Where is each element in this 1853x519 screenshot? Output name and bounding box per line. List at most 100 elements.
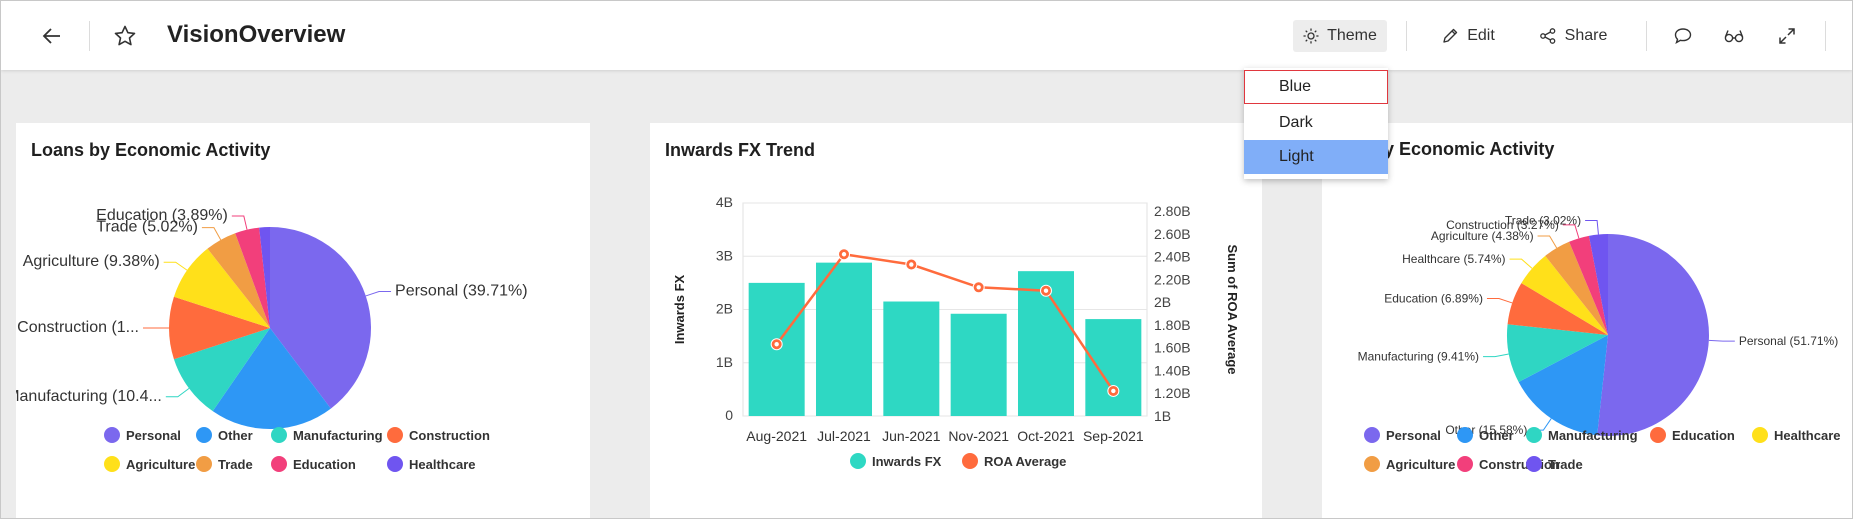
- legend-item-healthcare[interactable]: Healthcare: [1752, 427, 1840, 443]
- pie-label-manufacturing: Manufacturing (9.41%): [1358, 350, 1479, 364]
- fx-trend-card: Inwards FX Trend 0 1B 2B 3B 4B 1B 1.20B 1.40B 1.…: [650, 123, 1262, 518]
- legend-item-education[interactable]: Education: [1650, 427, 1735, 443]
- glasses-icon: [1724, 30, 1744, 43]
- legend-marker: [196, 427, 212, 443]
- pie-label-personal: Personal (39.71%): [395, 282, 528, 299]
- y2-axis-title: Sum of ROA Average: [1225, 244, 1240, 374]
- app-frame: VisionOverview Theme Edit Share Blue Dar…: [0, 0, 1853, 519]
- star-icon: [114, 25, 136, 46]
- present-mode-button[interactable]: [1719, 21, 1749, 51]
- legend-marker: [1364, 456, 1380, 472]
- y2-tick-label: 1.20B: [1154, 385, 1191, 401]
- legend-marker: [1650, 427, 1666, 443]
- roa-point-center: [976, 285, 981, 290]
- y-tick-label: 3B: [716, 247, 733, 263]
- header-divider: [1646, 21, 1647, 51]
- x-tick-label: Jun-2021: [882, 428, 941, 444]
- pie-label-construction: Construction (1...: [17, 319, 139, 336]
- pie-label-education: Education (3.89%): [96, 207, 228, 224]
- theme-option-light[interactable]: Light: [1244, 140, 1388, 174]
- legend-marker: [387, 456, 403, 472]
- bar-jun-2021: [883, 301, 940, 416]
- favorite-button[interactable]: [110, 21, 140, 51]
- legend-item-agriculture[interactable]: Agriculture: [1364, 456, 1455, 472]
- dashboard-title: VisionOverview: [167, 21, 346, 48]
- theme-option-blue[interactable]: Blue: [1244, 70, 1388, 104]
- pie-leader-healthcare: [1509, 258, 1533, 269]
- bar-jul-2021: [816, 262, 872, 416]
- pie-label-personal: Personal (51.71%): [1739, 334, 1838, 348]
- loans-card: Loans by Economic Activity Personal (39.…: [16, 123, 590, 518]
- theme-option-dark[interactable]: Dark: [1244, 106, 1388, 140]
- activity-legend: Personal Other Manufacturing Education Healt…: [1364, 427, 1852, 487]
- fx-combo-chart: 0 1B 2B 3B 4B 1B 1.20B 1.40B 1.60B 1.80B 2B 2.20B 2.…: [672, 194, 1240, 444]
- pie-label-education: Education (6.89%): [1384, 291, 1483, 305]
- legend-item-other[interactable]: Other: [196, 427, 253, 443]
- bar-sep-2021: [1085, 319, 1142, 416]
- legend-item-healthcare[interactable]: Healthcare: [387, 456, 475, 472]
- fx-card-title: Inwards FX Trend: [665, 140, 816, 160]
- legend-item-other[interactable]: Other: [1457, 427, 1514, 443]
- legend-marker: [1526, 456, 1542, 472]
- legend-item-education[interactable]: Education: [271, 456, 356, 472]
- share-label: Share: [1564, 27, 1608, 44]
- y2-tick-label: 2.20B: [1154, 271, 1191, 287]
- pie-leader-agriculture: [1537, 235, 1558, 249]
- loans-card-title: Loans by Economic Activity: [31, 140, 271, 160]
- legend-item-manufacturing[interactable]: Manufacturing: [271, 427, 383, 443]
- legend-item-personal[interactable]: Personal: [104, 427, 181, 443]
- legend-item-roa-average[interactable]: ROA Average: [962, 453, 1066, 469]
- pencil-icon: [1443, 28, 1458, 43]
- legend-marker: [271, 456, 287, 472]
- pie-leader-manufacturing: [1483, 353, 1509, 358]
- y-tick-label: 1B: [716, 354, 733, 370]
- y-tick-label: 0: [725, 407, 733, 423]
- legend-marker: [104, 456, 120, 472]
- legend-marker: [196, 456, 212, 472]
- legend-item-agriculture[interactable]: Agriculture: [104, 456, 195, 472]
- roa-point-center: [909, 262, 914, 267]
- legend-marker: [1526, 427, 1542, 443]
- legend-marker: [1457, 427, 1473, 443]
- header-divider: [1825, 21, 1826, 51]
- roa-point-center: [1111, 388, 1116, 394]
- pie-leader-manufacturing: [165, 387, 190, 398]
- legend-item-manufacturing[interactable]: Manufacturing: [1526, 427, 1638, 443]
- theme-button[interactable]: Theme: [1293, 20, 1387, 52]
- y2-tick-label: 2.60B: [1154, 226, 1191, 242]
- expand-icon: [1779, 28, 1795, 44]
- edit-button[interactable]: Edit: [1433, 20, 1503, 52]
- activity-card-title: t by Economic Activity: [1362, 139, 1555, 159]
- legend-label: Personal: [126, 427, 181, 443]
- legend-label: Healthcare: [409, 456, 476, 472]
- legend-item-inwards-fx[interactable]: Inwards FX: [850, 453, 941, 469]
- legend-label: Manufacturing: [1548, 427, 1638, 443]
- theme-label: Theme: [1327, 27, 1377, 44]
- y-tick-label: 4B: [716, 194, 733, 210]
- legend-item-personal[interactable]: Personal: [1364, 427, 1441, 443]
- legend-label: Agriculture: [126, 456, 196, 472]
- y2-tick-label: 1.60B: [1154, 340, 1191, 356]
- y2-tick-label: 1.80B: [1154, 317, 1191, 333]
- roa-point-center: [774, 342, 779, 347]
- legend-label: Agriculture: [1386, 456, 1456, 472]
- comment-icon: [1674, 28, 1692, 44]
- legend-item-trade[interactable]: Trade: [196, 456, 253, 472]
- comments-button[interactable]: [1668, 21, 1698, 51]
- x-tick-label: Sep-2021: [1083, 428, 1144, 444]
- sun-icon: [1303, 28, 1319, 44]
- fullscreen-button[interactable]: [1772, 21, 1802, 51]
- legend-label: Other: [1479, 427, 1514, 443]
- activity-card: t by Economic Activity Personal (51.71%)…: [1322, 123, 1852, 518]
- pie-label-agriculture: Agriculture (9.38%): [23, 253, 160, 270]
- legend-item-trade[interactable]: Trade: [1526, 456, 1583, 472]
- activity-pie-chart: Personal (51.71%)Other (15.58%)Manufactu…: [1358, 214, 1839, 438]
- loans-pie-chart: Personal (39.71%) Manufacturing (10.4... C…: [16, 207, 528, 429]
- legend-marker: [1752, 427, 1768, 443]
- legend-marker: [962, 453, 978, 469]
- back-arrow-icon: [42, 28, 60, 44]
- back-button[interactable]: [37, 21, 67, 51]
- share-button[interactable]: Share: [1533, 20, 1613, 52]
- legend-item-construction[interactable]: Construction: [387, 427, 490, 443]
- header-divider: [89, 21, 90, 51]
